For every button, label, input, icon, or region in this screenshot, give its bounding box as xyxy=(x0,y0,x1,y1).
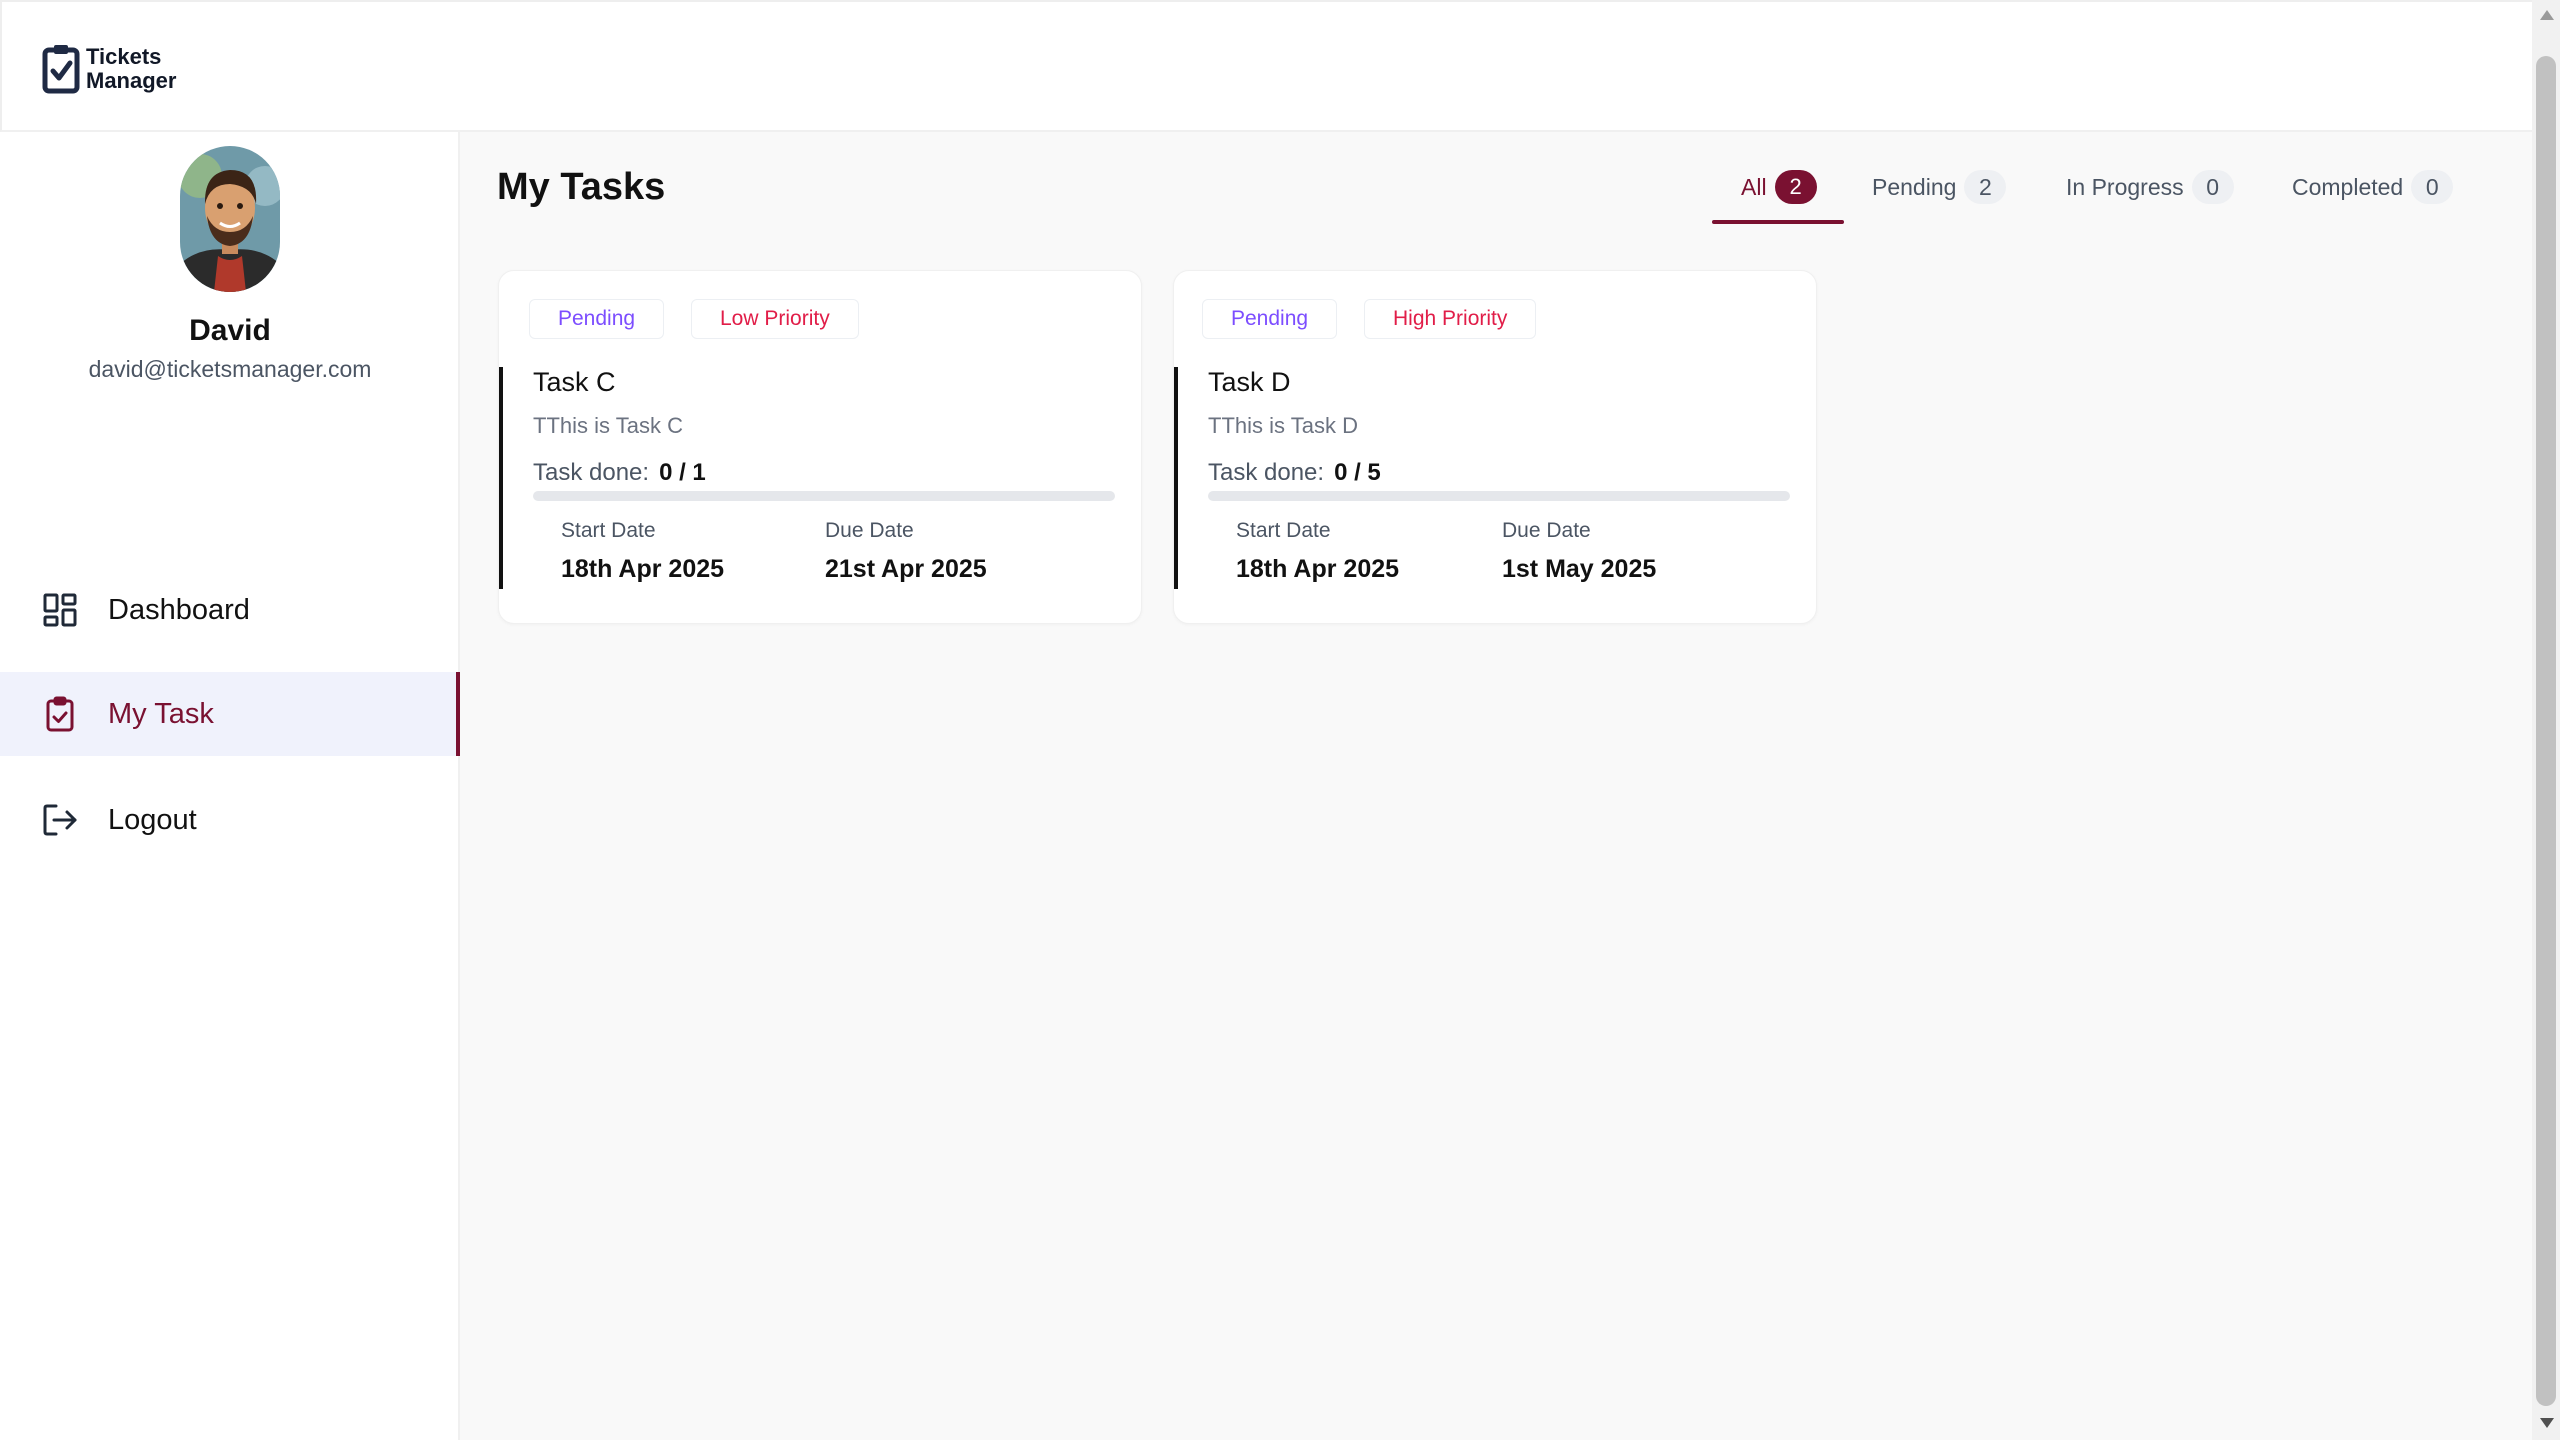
tab-label: In Progress xyxy=(2066,174,2184,200)
priority-badge: Low Priority xyxy=(691,299,859,339)
page-title: My Tasks xyxy=(497,166,666,208)
task-done-label: Task done: xyxy=(533,459,650,486)
clipboard-check-logo-icon xyxy=(42,45,80,94)
tab-all[interactable]: All 2 xyxy=(1712,170,1844,224)
status-badge: Pending xyxy=(1202,299,1338,339)
sidebar: David david@ticketsmanager.com Dashboard… xyxy=(0,132,460,1440)
task-done-label: Task done: xyxy=(1208,459,1325,486)
logo-text-line2: Manager xyxy=(86,68,177,93)
avatar-image xyxy=(180,146,280,292)
task-title: Task C xyxy=(533,367,616,397)
user-name: David xyxy=(189,314,271,347)
status-badge: Pending xyxy=(529,299,665,339)
task-done-value: 0 / 1 xyxy=(659,459,706,486)
task-progress-bar xyxy=(1208,491,1790,501)
card-accent-bar xyxy=(1174,367,1178,589)
start-date-label: Start Date xyxy=(1236,519,1331,542)
page-scrollbar[interactable] xyxy=(2532,0,2560,1440)
tab-count-badge: 0 xyxy=(2191,170,2234,204)
task-progress-bar xyxy=(533,491,1115,501)
tab-in-progress[interactable]: In Progress 0 xyxy=(2066,170,2234,224)
logo-text-line1: Tickets xyxy=(86,44,162,69)
app-logo[interactable]: Tickets Manager xyxy=(42,44,176,94)
scrollbar-thumb[interactable] xyxy=(2536,56,2556,1406)
tab-count-badge: 2 xyxy=(1774,170,1817,204)
task-title: Task D xyxy=(1208,367,1291,397)
task-done-value: 0 / 5 xyxy=(1334,459,1381,486)
task-done-row: Task done: 0 / 1 xyxy=(533,459,706,487)
due-date-label: Due Date xyxy=(1502,519,1591,542)
card-accent-bar xyxy=(499,367,503,589)
user-email: david@ticketsmanager.com xyxy=(88,356,372,382)
task-done-row: Task done: 0 / 5 xyxy=(1208,459,1381,487)
top-header: Tickets Manager xyxy=(0,0,2532,132)
start-date-label: Start Date xyxy=(561,519,656,542)
clipboard-check-icon xyxy=(42,696,78,732)
priority-badge: High Priority xyxy=(1364,299,1537,339)
logo-text: Tickets Manager xyxy=(86,45,176,93)
status-tabs: All 2 Pending xyxy=(1712,170,1844,224)
task-description: TThis is Task D xyxy=(1208,413,1358,438)
scroll-up-arrow-icon[interactable] xyxy=(2540,10,2554,20)
tab-count-badge: 0 xyxy=(2411,170,2454,204)
sidebar-item-dashboard[interactable]: Dashboard xyxy=(0,568,460,652)
start-date-value: 18th Apr 2025 xyxy=(1236,555,1400,583)
sidebar-item-label: Dashboard xyxy=(108,593,250,626)
logout-icon xyxy=(42,802,78,838)
tab-label: Completed xyxy=(2292,174,2404,200)
task-description: TThis is Task C xyxy=(533,413,683,438)
sidebar-item-my-task[interactable]: My Task xyxy=(0,672,460,756)
dashboard-grid-icon xyxy=(42,592,78,628)
task-card[interactable]: Pending Low Priority Task C TThis is Tas… xyxy=(498,270,1142,624)
avatar xyxy=(180,146,280,292)
scroll-down-arrow-icon[interactable] xyxy=(2540,1418,2554,1428)
tab-pending-wrap[interactable]: Pending 2 xyxy=(1872,170,2007,224)
tab-label: All xyxy=(1741,174,1767,200)
sidebar-item-label: My Task xyxy=(108,697,214,730)
due-date-label: Due Date xyxy=(825,519,914,542)
sidebar-item-logout[interactable]: Logout xyxy=(0,778,460,862)
tab-completed[interactable]: Completed 0 xyxy=(2292,170,2454,224)
start-date-value: 18th Apr 2025 xyxy=(561,555,725,583)
task-card[interactable]: Pending High Priority Task D TThis is Ta… xyxy=(1173,270,1817,624)
due-date-value: 1st May 2025 xyxy=(1502,555,1657,583)
tab-label-pending: Pending xyxy=(1872,174,1957,200)
due-date-value: 21st Apr 2025 xyxy=(825,555,987,583)
tab-count-badge: 2 xyxy=(1964,170,2007,204)
sidebar-item-label: Logout xyxy=(108,803,197,836)
